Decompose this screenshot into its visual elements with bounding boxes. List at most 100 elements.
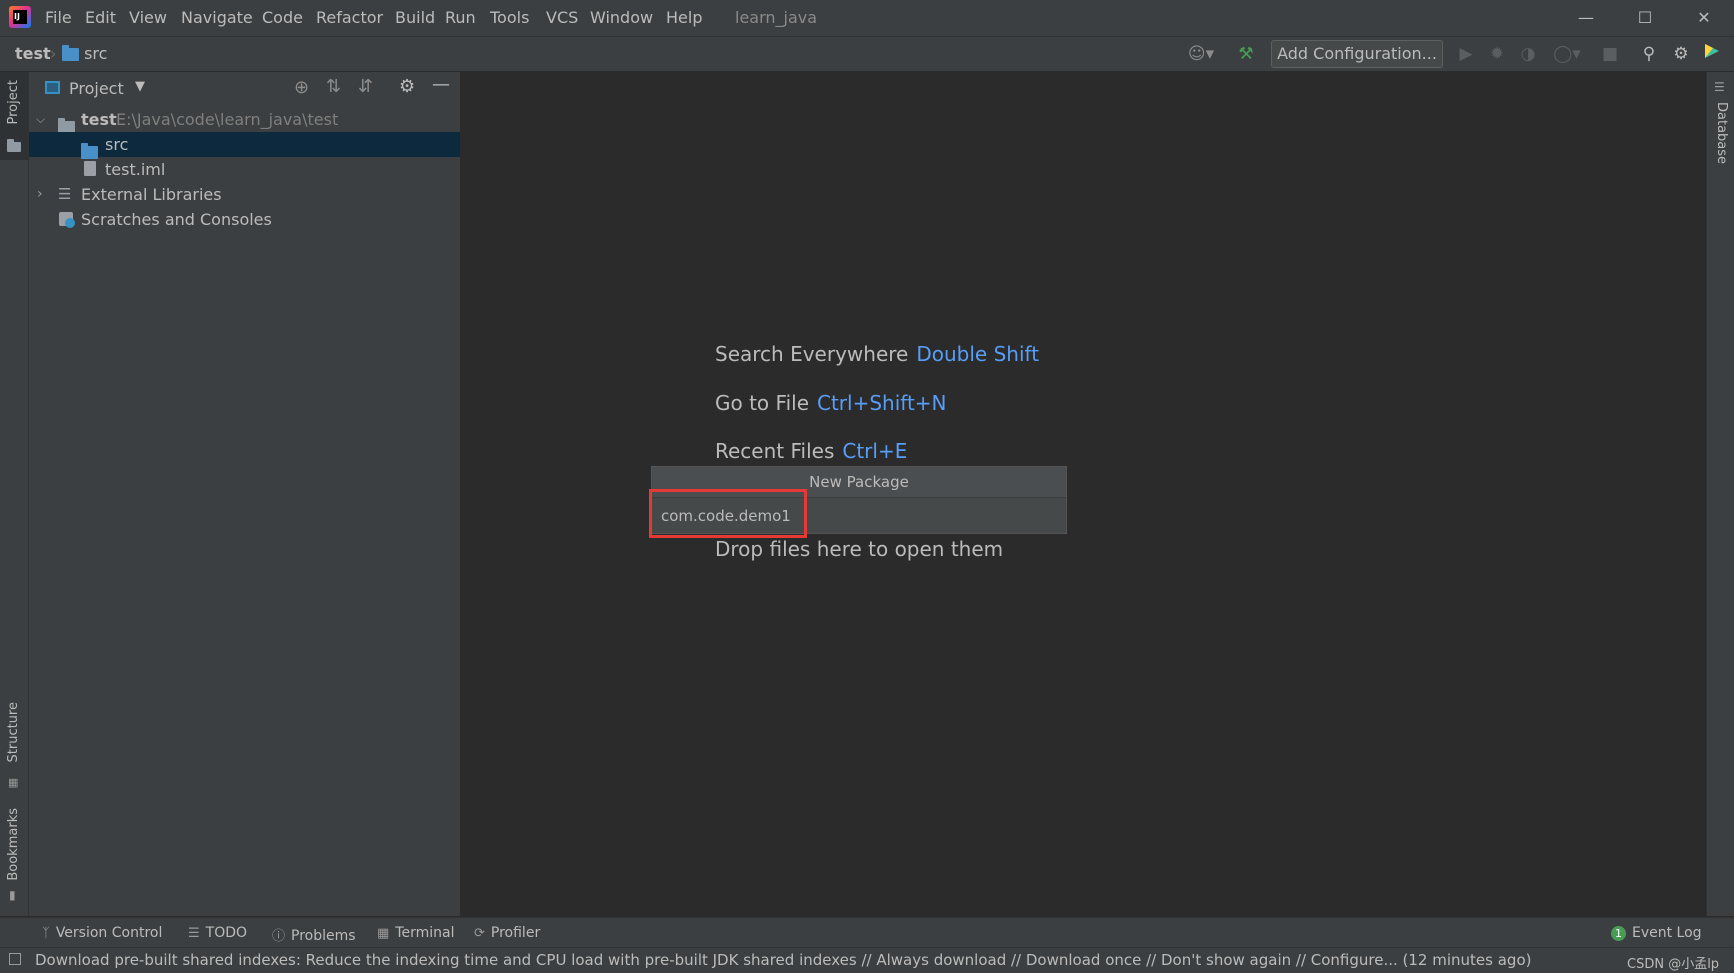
tree-item-label: test — [81, 110, 117, 129]
chevron-right-icon[interactable]: › — [37, 182, 43, 207]
menu-refactor[interactable]: Refactor — [316, 8, 383, 27]
menu-build[interactable]: Build — [395, 8, 435, 27]
tab-label: TODO — [205, 925, 248, 941]
minimize-icon[interactable]: — — [1566, 4, 1606, 32]
tree-item-src[interactable]: src — [29, 132, 460, 159]
structure-tool-label: Structure — [6, 702, 21, 763]
stop-icon[interactable]: ■ — [1598, 42, 1622, 66]
breadcrumb-separator-icon: › — [50, 44, 57, 63]
run-icon[interactable]: ▶ — [1454, 42, 1478, 66]
project-panel-header: Project ▼ ⊕ ⇅ ⇵ ⚙ — — [29, 72, 460, 106]
breadcrumb-folder-label: src — [84, 44, 108, 63]
breadcrumb-project[interactable]: test — [15, 44, 51, 63]
search-icon[interactable]: ⚲ — [1637, 42, 1661, 66]
iml-file-icon — [84, 161, 96, 176]
hint-shortcut: Ctrl+Shift+N — [817, 391, 947, 415]
close-icon[interactable]: ✕ — [1684, 4, 1724, 32]
menu-navigate[interactable]: Navigate — [181, 8, 253, 27]
clock-icon — [65, 218, 75, 228]
right-tool-stripe: ☰ Database — [1706, 72, 1734, 916]
project-view-icon — [45, 81, 60, 94]
bottom-tool-bar: ᛉ Version Control ☰ TODO ⓘ Problems ▦ Termin… — [0, 917, 1734, 948]
hint-action: Search Everywhere — [715, 342, 909, 366]
hint-go-to-file: Go to File Ctrl+Shift+N — [715, 391, 947, 415]
hint-search-everywhere: Search Everywhere Double Shift — [715, 342, 1039, 366]
hint-drop-files: Drop files here to open them — [715, 537, 1003, 561]
menu-file[interactable]: File — [45, 8, 72, 27]
bookmarks-tool-label: Bookmarks — [6, 808, 21, 881]
intellij-logo-icon: IJ — [9, 6, 31, 28]
window-title: learn_java — [735, 8, 818, 27]
hint-recent-files: Recent Files Ctrl+E — [715, 439, 907, 463]
jetbrains-toolbox-icon[interactable] — [1701, 42, 1723, 66]
profiler-tab[interactable]: ⟳ Profiler — [474, 925, 540, 941]
toggle-tool-windows-icon[interactable] — [9, 953, 21, 965]
locate-target-icon[interactable]: ⊕ — [294, 77, 309, 98]
tab-label: Event Log — [1632, 925, 1702, 941]
tree-item-label: src — [105, 135, 129, 154]
tree-item-test[interactable]: ⌵ test E:\Java\code\learn_java\test — [29, 107, 460, 134]
coverage-icon[interactable]: ◑ — [1516, 42, 1540, 66]
hide-panel-icon[interactable]: — — [432, 74, 450, 95]
settings-gear-icon[interactable]: ⚙ — [1669, 42, 1693, 66]
chevron-down-icon[interactable]: ⌵ — [36, 107, 45, 132]
database-tool-button[interactable]: ☰ Database — [1707, 80, 1734, 164]
folder-icon — [62, 45, 79, 61]
database-tool-label: Database — [1714, 102, 1729, 165]
hint-action: Go to File — [715, 391, 809, 415]
problems-tab[interactable]: ⓘ Problems — [272, 925, 356, 944]
add-configuration-button[interactable]: Add Configuration... — [1271, 40, 1443, 68]
event-log-tab[interactable]: 1 Event Log — [1611, 925, 1702, 941]
editor-empty-area[interactable]: Search Everywhere Double Shift Go to File… — [461, 72, 1705, 916]
bookmark-icon: ▮ — [9, 888, 16, 902]
tree-item-label: Scratches and Consoles — [81, 210, 272, 229]
hint-action: Drop files here to open them — [715, 537, 1004, 561]
profile-icon[interactable]: ◯▾ — [1547, 42, 1587, 66]
version-control-tab[interactable]: ᛉ Version Control — [42, 925, 162, 941]
hint-shortcut: Ctrl+E — [842, 439, 908, 463]
project-panel: Project ▼ ⊕ ⇅ ⇵ ⚙ — ⌵ test E:\Java\code\… — [29, 72, 461, 916]
tree-item-external-libraries[interactable]: › ☰ External Libraries — [29, 182, 460, 207]
hint-shortcut: Double Shift — [916, 342, 1040, 366]
project-folder-icon — [7, 138, 21, 152]
database-icon: ☰ — [1714, 80, 1725, 94]
status-bar: Download pre-built shared indexes: Reduc… — [0, 947, 1734, 973]
terminal-tab[interactable]: ▦ Terminal — [377, 925, 454, 941]
breadcrumb-folder[interactable]: src — [62, 44, 107, 63]
menu-tools[interactable]: Tools — [490, 8, 529, 27]
status-message[interactable]: Download pre-built shared indexes: Reduc… — [35, 951, 1531, 969]
tab-label: Terminal — [395, 925, 455, 941]
build-hammer-icon[interactable]: ⚒ — [1234, 42, 1258, 66]
info-icon: ⓘ — [272, 929, 286, 944]
chevron-down-icon[interactable]: ▼ — [135, 79, 145, 94]
menu-help[interactable]: Help — [666, 8, 702, 27]
tree-item-scratches[interactable]: Scratches and Consoles — [29, 207, 460, 232]
list-icon: ☰ — [188, 926, 200, 941]
menu-edit[interactable]: Edit — [85, 8, 116, 27]
menu-view[interactable]: View — [129, 8, 167, 27]
event-count-badge: 1 — [1611, 925, 1626, 941]
user-icon[interactable]: ☺▾ — [1184, 42, 1218, 66]
maximize-icon[interactable]: ☐ — [1625, 4, 1665, 32]
project-view-title[interactable]: Project — [69, 79, 124, 98]
debug-icon[interactable]: ✹ — [1485, 42, 1509, 66]
branch-icon: ᛉ — [42, 926, 50, 941]
structure-tool-button[interactable]: Structure ▦ — [0, 702, 28, 792]
menu-window[interactable]: Window — [590, 8, 653, 27]
tab-label: Version Control — [55, 925, 163, 941]
project-tool-button[interactable]: Project — [0, 72, 28, 160]
tree-item-path: E:\Java\code\learn_java\test — [116, 110, 339, 129]
hint-action: Recent Files — [715, 439, 835, 463]
expand-all-icon[interactable]: ⇅ — [326, 76, 341, 97]
collapse-all-icon[interactable]: ⇵ — [358, 76, 373, 97]
menu-code[interactable]: Code — [262, 8, 303, 27]
menu-run[interactable]: Run — [445, 8, 476, 27]
tab-label: Problems — [291, 928, 356, 944]
menu-vcs[interactable]: VCS — [546, 8, 578, 27]
options-gear-icon[interactable]: ⚙ — [399, 76, 415, 97]
bookmarks-tool-button[interactable]: Bookmarks ▮ — [0, 808, 28, 908]
terminal-icon: ▦ — [377, 926, 390, 941]
left-tool-stripe: Project Structure ▦ Bookmarks ▮ — [0, 72, 29, 916]
tree-item-test-iml[interactable]: test.iml — [29, 157, 460, 182]
todo-tab[interactable]: ☰ TODO — [188, 925, 247, 941]
